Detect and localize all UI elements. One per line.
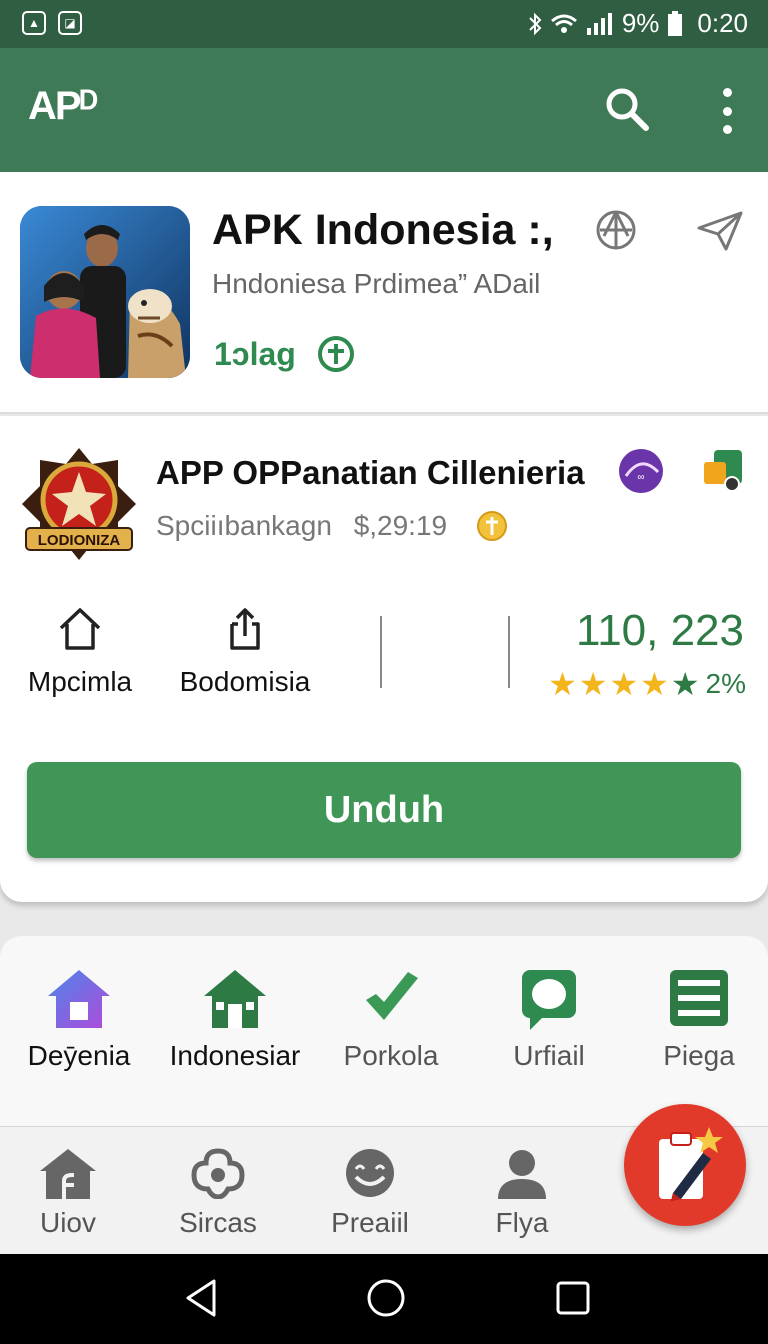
stat-mpcimla[interactable]: Mpcimla: [20, 606, 140, 698]
home-circle-icon[interactable]: [366, 1278, 406, 1318]
nav-label: Flya: [495, 1207, 549, 1238]
half-star-icon: ★: [670, 666, 700, 702]
house-icon: [204, 970, 266, 1028]
divider: [380, 616, 382, 688]
category-piega[interactable]: Piega: [624, 966, 768, 1072]
image-notification-icon: ◪: [58, 11, 82, 35]
app-logo[interactable]: APᴰ: [28, 84, 98, 129]
stat-bodomisia[interactable]: Bodomisia: [172, 606, 318, 698]
badge-logo-icon: LODIONIZA: [22, 448, 136, 560]
nav-label: Uiov: [39, 1207, 96, 1238]
rating-percent: 2%: [705, 668, 746, 699]
share-upload-icon: [230, 608, 260, 650]
app-bar: APᴰ: [0, 48, 768, 172]
chat-icon: [522, 970, 576, 1030]
globe-icon[interactable]: [594, 208, 638, 252]
featured-app-card[interactable]: APK Indonesia :, Hndoniesa Prdimea” ADai…: [0, 172, 768, 414]
coin-icon: [477, 511, 507, 541]
app-title: APK Indonesia :,: [212, 206, 554, 254]
notification-icons: ▲ ◪: [22, 11, 82, 35]
category-indonesiar[interactable]: Indonesiar: [160, 966, 310, 1072]
download-count: 110, 223: [575, 606, 744, 655]
home-icon: [48, 970, 110, 1028]
system-navigation-bar: [0, 1254, 768, 1344]
badge-text: LODIONIZA: [38, 532, 121, 549]
app-detail-card: LODIONIZA APP OPPanatian Cillenieria Spc…: [0, 416, 768, 902]
app-detail-title: APP OPPanatian Cillenieria: [156, 454, 585, 491]
category-label: Indonesiar: [169, 1040, 301, 1071]
home-icon: [59, 608, 101, 650]
category-label: Piega: [663, 1040, 735, 1071]
wifi-icon: [550, 14, 577, 33]
svg-text:∞: ∞: [637, 472, 644, 483]
rating-stars: ★ ★ ★ ★ ★ 2%: [548, 668, 746, 700]
category-porkola[interactable]: Porkola: [316, 966, 466, 1072]
app-icon-photo[interactable]: [20, 206, 190, 378]
home-icon: [40, 1149, 96, 1199]
app-detail-subtitle: Spciiıbankagn $,29:19: [156, 510, 447, 542]
status-indicators: 9% 0:20: [528, 8, 748, 39]
back-icon[interactable]: [184, 1278, 218, 1318]
send-icon[interactable]: [696, 210, 744, 252]
category-deyenia[interactable]: Deȳenia: [4, 966, 154, 1072]
notification-icon: ▲: [22, 11, 46, 35]
category-urfiail[interactable]: Urfiail: [474, 966, 624, 1072]
face-icon: [346, 1149, 394, 1197]
apps-icon: [191, 1148, 245, 1199]
developer-label: Spciiıbankagn: [156, 510, 332, 541]
star-icon: ★: [609, 666, 639, 702]
stat-label: Mpcimla: [27, 666, 133, 697]
category-label: Urfiail: [513, 1040, 585, 1071]
nav-label: Preaiil: [331, 1207, 409, 1238]
category-label: Deȳenia: [27, 1040, 131, 1071]
signal-icon: [586, 12, 612, 35]
nav-label: Sircas: [179, 1207, 257, 1238]
app-tag-label[interactable]: 1ɔlag: [214, 336, 296, 373]
bluetooth-icon: [529, 12, 542, 35]
create-fab-button[interactable]: [624, 1104, 746, 1226]
phone-icon: [366, 972, 418, 1020]
star-icon: ★: [640, 666, 669, 702]
nav-item-flya[interactable]: Flya: [462, 1147, 582, 1239]
price-label: $,29:19: [353, 510, 448, 541]
purple-badge-icon[interactable]: ∞: [618, 448, 664, 494]
delivery-icon[interactable]: [702, 448, 744, 494]
download-button[interactable]: Unduh: [27, 762, 741, 858]
nav-item-uiov[interactable]: Uiov: [8, 1147, 128, 1239]
nav-item-sircas[interactable]: Sircas: [158, 1147, 278, 1239]
recents-icon[interactable]: [556, 1278, 590, 1318]
clock: 0:20: [697, 8, 748, 38]
star-icon: ★: [578, 666, 608, 702]
plus-circle-icon[interactable]: [316, 334, 356, 374]
status-bar: ▲ ◪ 9% 0:20: [0, 0, 768, 48]
search-icon[interactable]: [604, 86, 650, 132]
list-icon: [670, 970, 728, 1026]
stat-label: Bodomisia: [179, 666, 311, 697]
star-icon: ★: [548, 666, 577, 702]
category-label: Porkola: [343, 1040, 439, 1071]
profile-icon: [498, 1150, 546, 1199]
app-subtitle: Hndoniesa Prdimea” ADail: [212, 268, 541, 299]
battery-icon: [668, 10, 683, 36]
battery-percent: 9%: [621, 8, 660, 38]
edit-clipboard-icon: [659, 1127, 723, 1201]
divider: [508, 616, 510, 688]
nav-item-preaiil[interactable]: Preaiil: [310, 1147, 430, 1239]
category-row: Deȳenia Indonesiar Porkola Urfiail Piega: [0, 936, 768, 1126]
more-options-icon[interactable]: [720, 88, 734, 134]
